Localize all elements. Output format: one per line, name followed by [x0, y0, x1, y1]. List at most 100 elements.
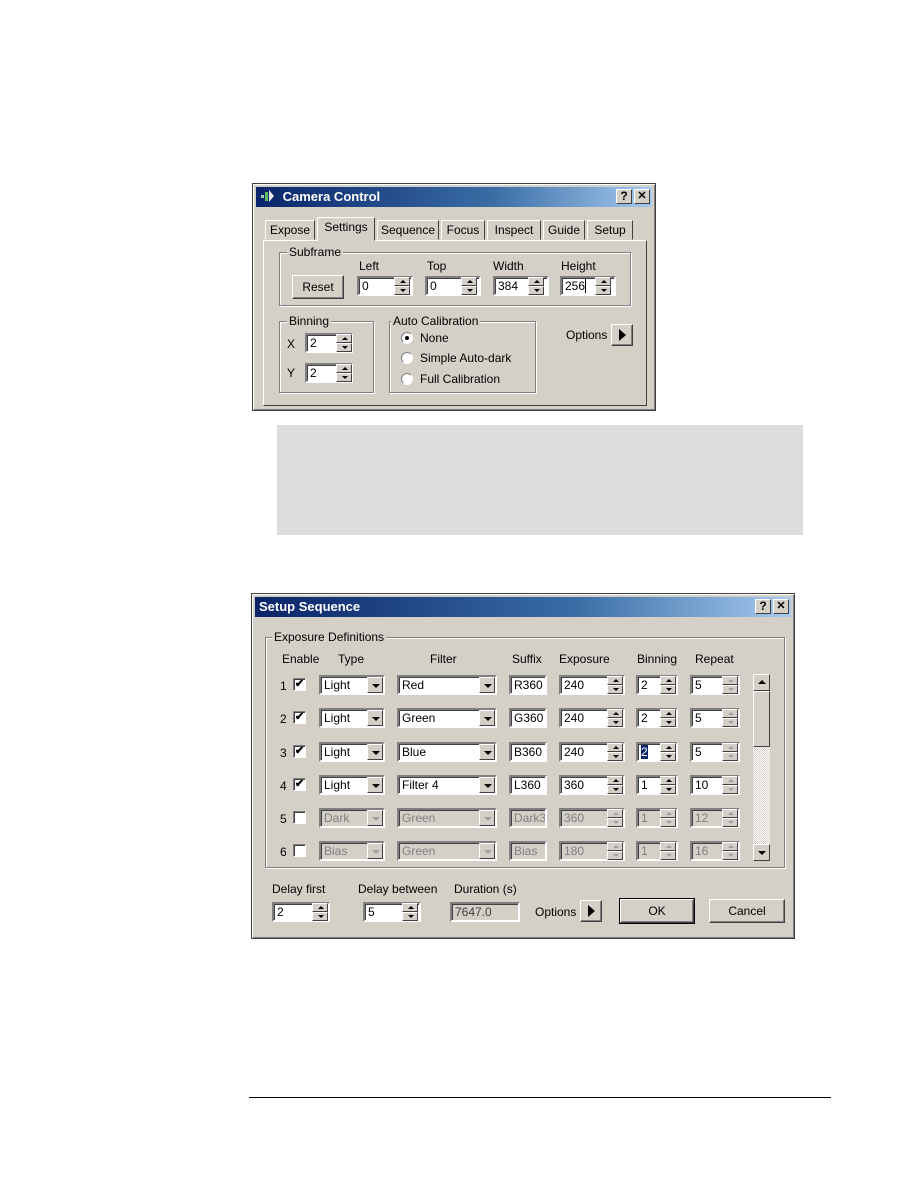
- type-dropdown[interactable]: Light: [319, 675, 385, 695]
- repeat-spinner[interactable]: [722, 676, 738, 694]
- exposure-spinner[interactable]: [607, 743, 623, 761]
- chevron-down-icon[interactable]: [367, 744, 383, 760]
- chevron-down-icon[interactable]: [479, 710, 495, 726]
- binning-spinner[interactable]: [660, 842, 676, 860]
- repeat-spinner[interactable]: [722, 743, 738, 761]
- enable-checkbox[interactable]: [293, 811, 306, 824]
- tab-setup[interactable]: Setup: [587, 220, 633, 240]
- help-button[interactable]: ?: [755, 599, 771, 614]
- radio-simple-auto-dark-label[interactable]: Simple Auto-dark: [420, 351, 511, 365]
- left-spinner[interactable]: [394, 277, 410, 295]
- scroll-up-button[interactable]: [753, 674, 770, 691]
- filter-dropdown[interactable]: Red: [397, 675, 497, 695]
- chevron-down-icon[interactable]: [479, 677, 495, 693]
- exposure-spinner[interactable]: [607, 776, 623, 794]
- suffix-input[interactable]: G360: [509, 708, 547, 728]
- type-value: Bias: [324, 844, 348, 858]
- chevron-down-icon[interactable]: [479, 777, 495, 793]
- help-button[interactable]: ?: [616, 189, 632, 204]
- type-dropdown[interactable]: Dark: [319, 808, 385, 828]
- suffix-input[interactable]: L360: [509, 775, 547, 795]
- type-dropdown[interactable]: Light: [319, 775, 385, 795]
- repeat-spinner[interactable]: [722, 809, 738, 827]
- tab-guide[interactable]: Guide: [543, 220, 585, 240]
- binning-spinner[interactable]: [660, 809, 676, 827]
- radio-none-label[interactable]: None: [420, 331, 449, 345]
- options-arrow-button[interactable]: [580, 900, 602, 922]
- enable-checkbox[interactable]: ✔: [293, 711, 306, 724]
- suffix-input[interactable]: Bias: [509, 841, 547, 861]
- height-spinner[interactable]: [595, 277, 611, 295]
- tab-settings[interactable]: Settings: [317, 217, 375, 241]
- repeat-spinner[interactable]: [722, 709, 738, 727]
- chevron-down-icon[interactable]: [367, 810, 383, 826]
- cancel-button[interactable]: Cancel: [709, 899, 785, 923]
- filter-value: Green: [402, 844, 436, 858]
- scroll-thumb[interactable]: [753, 691, 770, 747]
- delay-between-spinner[interactable]: [402, 903, 418, 921]
- reset-button[interactable]: Reset: [292, 275, 344, 299]
- chevron-down-icon[interactable]: [367, 777, 383, 793]
- tab-expose[interactable]: Expose: [265, 220, 315, 240]
- binning-spinner[interactable]: [660, 709, 676, 727]
- camera-control-titlebar[interactable]: Camera Control ? ✕: [256, 187, 652, 207]
- radio-none[interactable]: [401, 332, 413, 344]
- repeat-spinner[interactable]: [722, 776, 738, 794]
- binning-spinner[interactable]: [660, 776, 676, 794]
- binning-x-spinner[interactable]: [336, 334, 352, 352]
- height-label: Height: [561, 259, 596, 273]
- suffix-input[interactable]: R360: [509, 675, 547, 695]
- exposure-spinner[interactable]: [607, 709, 623, 727]
- close-button[interactable]: ✕: [773, 599, 789, 614]
- type-dropdown[interactable]: Light: [319, 708, 385, 728]
- options-label: Options: [566, 328, 608, 342]
- binning-spinner[interactable]: [660, 743, 676, 761]
- type-dropdown[interactable]: Bias: [319, 841, 385, 861]
- scroll-down-button[interactable]: [753, 844, 770, 861]
- filter-value: Red: [402, 678, 425, 692]
- chevron-down-icon[interactable]: [367, 677, 383, 693]
- radio-full-calibration-label[interactable]: Full Calibration: [420, 372, 500, 386]
- rows-scrollbar[interactable]: [753, 674, 770, 861]
- tab-sequence[interactable]: Sequence: [377, 220, 439, 240]
- width-spinner[interactable]: [528, 277, 544, 295]
- chevron-down-icon[interactable]: [479, 843, 495, 859]
- tab-focus[interactable]: Focus: [441, 220, 485, 240]
- chevron-down-icon[interactable]: [367, 710, 383, 726]
- enable-checkbox[interactable]: ✔: [293, 745, 306, 758]
- options-arrow-button[interactable]: [611, 324, 633, 346]
- binning-spinner[interactable]: [660, 676, 676, 694]
- type-value: Light: [324, 745, 351, 759]
- repeat-spinner[interactable]: [722, 842, 738, 860]
- close-button[interactable]: ✕: [634, 189, 650, 204]
- chevron-down-icon[interactable]: [367, 843, 383, 859]
- tab-inspect[interactable]: Inspect: [487, 220, 541, 240]
- exposure-spinner[interactable]: [607, 842, 623, 860]
- delay-first-spinner[interactable]: [312, 903, 328, 921]
- radio-simple-auto-dark[interactable]: [401, 352, 413, 364]
- chevron-down-icon[interactable]: [479, 744, 495, 760]
- ok-button[interactable]: OK: [619, 898, 695, 924]
- filter-dropdown[interactable]: Green: [397, 841, 497, 861]
- binning-y-label: Y: [287, 366, 296, 380]
- enable-checkbox[interactable]: ✔: [293, 678, 306, 691]
- enable-checkbox[interactable]: [293, 844, 306, 857]
- chevron-down-icon[interactable]: [479, 810, 495, 826]
- filter-dropdown[interactable]: Green: [397, 708, 497, 728]
- filter-dropdown[interactable]: Blue: [397, 742, 497, 762]
- suffix-input[interactable]: B360: [509, 742, 547, 762]
- exposure-spinner[interactable]: [607, 809, 623, 827]
- suffix-input[interactable]: Dark3: [509, 808, 547, 828]
- exposure-spinner[interactable]: [607, 676, 623, 694]
- type-dropdown[interactable]: Light: [319, 742, 385, 762]
- top-spinner[interactable]: [461, 277, 477, 295]
- dialog-title: Setup Sequence: [259, 599, 361, 614]
- enable-checkbox[interactable]: ✔: [293, 778, 306, 791]
- filter-value: Blue: [402, 745, 427, 759]
- filter-dropdown[interactable]: Green: [397, 808, 497, 828]
- radio-full-calibration[interactable]: [401, 373, 413, 385]
- binning-y-spinner[interactable]: [336, 364, 352, 382]
- header-filter: Filter: [430, 652, 457, 666]
- setup-sequence-titlebar[interactable]: Setup Sequence ? ✕: [255, 597, 791, 617]
- filter-dropdown[interactable]: Filter 4: [397, 775, 497, 795]
